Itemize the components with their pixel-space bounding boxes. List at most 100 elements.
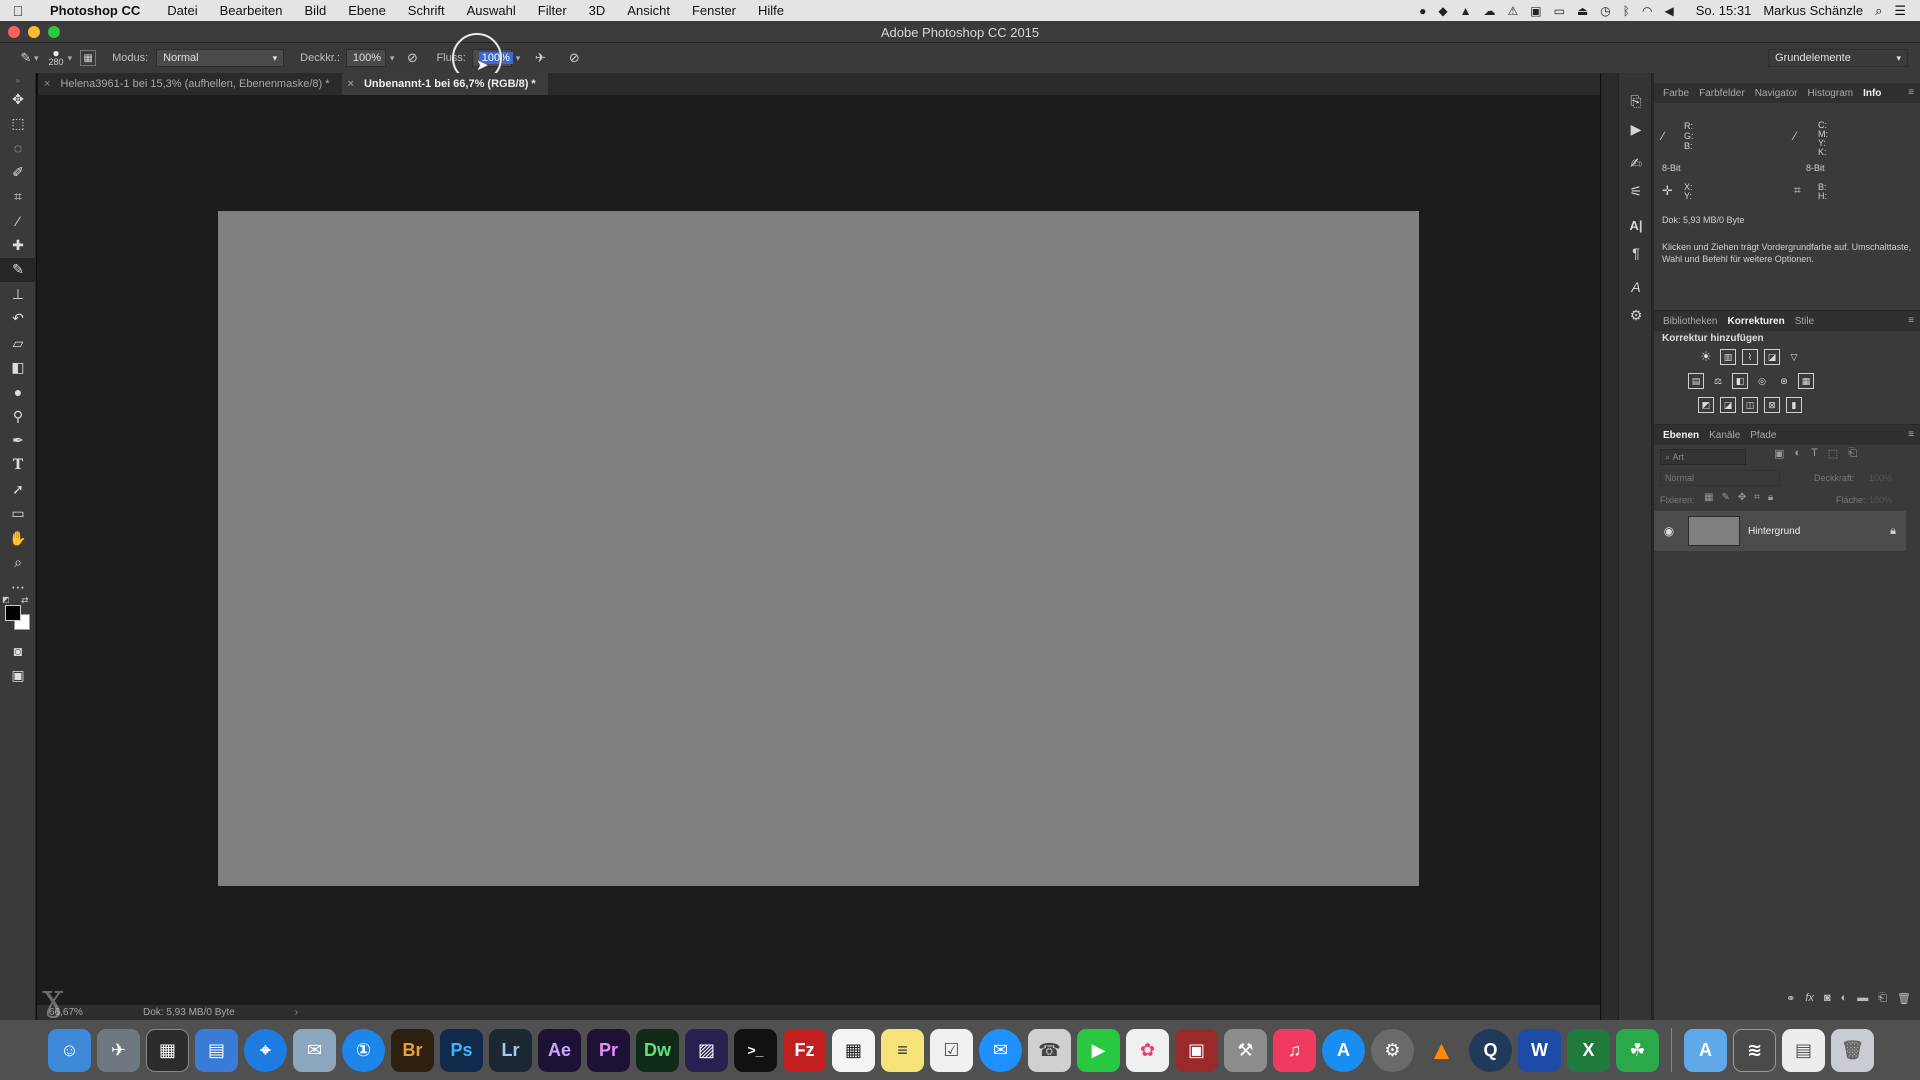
filter-pixel-icon[interactable]: ▣ <box>1774 447 1784 460</box>
zoom-tool-icon[interactable]: ⌕ <box>0 550 36 574</box>
app-store-icon[interactable]: A <box>1322 1028 1365 1072</box>
volume-icon[interactable]: ◀ <box>1664 4 1673 18</box>
airbrush-icon[interactable]: ✈ <box>530 48 550 68</box>
exposure-icon[interactable]: ◪ <box>1764 349 1780 365</box>
doc-size[interactable]: Dok: 5,93 MB/0 Byte <box>143 1007 235 1018</box>
brush-tool-icon[interactable]: ✎ <box>0 257 36 283</box>
blend-mode-select[interactable]: Normal <box>1660 470 1780 486</box>
opacity-slider-arrow-icon[interactable]: ▾ <box>390 53 395 64</box>
trash-icon[interactable]: 🗑︎ <box>1831 1028 1874 1072</box>
pressure-opacity-icon[interactable]: ⊘ <box>402 48 422 68</box>
bluetooth-icon[interactable]: ᛒ <box>1623 4 1630 18</box>
link-layers-icon[interactable]: ⚭ <box>1786 992 1795 1005</box>
quick-mask-icon[interactable]: ◙ <box>0 639 36 663</box>
after-effects-icon[interactable]: Ae <box>538 1028 581 1072</box>
apple-icon[interactable]:  <box>0 3 36 19</box>
move-tool-icon[interactable]: ✥ <box>0 87 36 111</box>
color-lookup-icon[interactable]: ▦ <box>1798 373 1814 389</box>
menubar-clock[interactable]: So. 15:31 <box>1696 3 1752 18</box>
fill-value[interactable]: 100% <box>1869 495 1892 505</box>
menu-bearbeiten[interactable]: Bearbeiten <box>209 3 294 18</box>
tab-pfade[interactable]: Pfade <box>1745 430 1781 441</box>
type-tool-icon[interactable]: T <box>0 453 36 477</box>
eyedropper-tool-icon[interactable]: ⁄ <box>0 209 36 233</box>
tab-farbfelder[interactable]: Farbfelder <box>1694 88 1750 99</box>
app-menu-photoshop[interactable]: Photoshop CC <box>36 3 156 18</box>
crop-tool-icon[interactable]: ⌗ <box>0 185 36 209</box>
quicktime-icon[interactable]: Q <box>1469 1028 1512 1072</box>
close-tab-icon[interactable]: × <box>348 78 354 90</box>
display-icon[interactable]: ▭ <box>1554 4 1565 18</box>
path-selection-tool-icon[interactable]: ➚ <box>0 477 36 501</box>
history-brush-tool-icon[interactable]: ↶ <box>0 307 36 331</box>
history-panel-icon[interactable]: ⎘ <box>1619 87 1653 115</box>
brightness-contrast-icon[interactable]: ☀ <box>1698 349 1714 365</box>
tab-korrekturen[interactable]: Korrekturen <box>1722 316 1789 327</box>
time-machine-icon[interactable]: ◷ <box>1600 4 1610 18</box>
canvas-area[interactable] <box>37 95 1600 1005</box>
rectangle-tool-icon[interactable]: ▭ <box>0 502 36 526</box>
brush-panel-toggle-icon[interactable]: ▦ <box>80 50 97 66</box>
messages-icon[interactable]: ✉ <box>979 1028 1022 1072</box>
menu-schrift[interactable]: Schrift <box>397 3 456 18</box>
close-tab-icon[interactable]: × <box>44 78 50 90</box>
preview-icon[interactable]: ✉ <box>293 1028 336 1072</box>
tab-histogram[interactable]: Histogram <box>1803 88 1859 99</box>
creative-cloud-icon[interactable]: ☁ <box>1483 4 1495 18</box>
screen-mode-icon[interactable]: ▣ <box>0 664 36 688</box>
blur-tool-icon[interactable]: ● <box>0 380 36 404</box>
menu-bild[interactable]: Bild <box>294 3 338 18</box>
paint-bucket-tool-icon[interactable]: ◧ <box>0 355 36 379</box>
excel-icon[interactable]: X <box>1567 1028 1610 1072</box>
layer-opacity-value[interactable]: 100% <box>1869 473 1892 483</box>
eraser-tool-icon[interactable]: ▱ <box>0 331 36 355</box>
glyphs-panel-icon[interactable]: A <box>1619 273 1653 301</box>
photo-booth-icon[interactable]: ▣ <box>1175 1028 1218 1072</box>
tab-stile[interactable]: Stile <box>1790 316 1819 327</box>
tab-kanaele[interactable]: Kanäle <box>1704 430 1745 441</box>
clone-stamp-tool-icon[interactable]: ⊥ <box>0 282 36 306</box>
collapse-tools-icon[interactable]: » <box>0 73 35 87</box>
tool-preset-picker[interactable]: ✎ ▾ <box>16 48 39 68</box>
filter-shape-icon[interactable]: ⬚ <box>1828 447 1838 460</box>
properties-panel-icon[interactable]: ⚙ <box>1619 301 1653 329</box>
menu-auswahl[interactable]: Auswahl <box>456 3 527 18</box>
layer-row-hintergrund[interactable]: ◉ Hintergrund 🔒︎ <box>1654 511 1906 551</box>
hand-tool-icon[interactable]: ✋ <box>0 526 36 550</box>
lightroom-icon[interactable]: Lr <box>489 1028 532 1072</box>
invert-icon[interactable]: ◩ <box>1698 397 1714 413</box>
hue-saturation-icon[interactable]: ▤ <box>1688 373 1704 389</box>
notes-icon[interactable]: ≡ <box>881 1028 924 1072</box>
lock-transparency-icon[interactable]: ▦ <box>1704 492 1713 503</box>
wifi-icon[interactable]: ◠ <box>1642 4 1652 18</box>
vibrance-icon[interactable]: ▽ <box>1786 349 1802 365</box>
menu-ansicht[interactable]: Ansicht <box>616 3 681 18</box>
paragraph-panel-icon[interactable]: ¶ <box>1619 239 1653 267</box>
dodge-tool-icon[interactable]: ⚲ <box>0 404 36 428</box>
tab-ebenen[interactable]: Ebenen <box>1658 430 1704 441</box>
photoshop-icon[interactable]: Ps <box>440 1028 483 1072</box>
brush-preset-picker[interactable]: ● 280 <box>49 47 64 67</box>
safari-icon[interactable]: ⌖ <box>244 1028 287 1072</box>
contacts-icon[interactable]: ☎ <box>1028 1028 1071 1072</box>
system-preferences-icon[interactable]: ⚙ <box>1371 1028 1414 1072</box>
channel-mixer-icon[interactable]: ⊛ <box>1776 373 1792 389</box>
actions-panel-icon[interactable]: ▶ <box>1619 115 1653 143</box>
tab-bibliotheken[interactable]: Bibliotheken <box>1658 316 1722 327</box>
media-encoder-icon[interactable]: ▨ <box>685 1028 728 1072</box>
premiere-icon[interactable]: Pr <box>587 1028 630 1072</box>
default-colors-icon[interactable]: ◩ <box>2 595 10 604</box>
menu-filter[interactable]: Filter <box>527 3 578 18</box>
lasso-tool-icon[interactable]: ◌ <box>0 136 36 160</box>
menu-fenster[interactable]: Fenster <box>681 3 747 18</box>
notification-center-icon[interactable]: ☰ <box>1894 3 1906 19</box>
eye-icon[interactable]: ◉ <box>1658 524 1680 538</box>
menubar-user[interactable]: Markus Schänzle <box>1763 3 1863 18</box>
bridge-icon[interactable]: Br <box>391 1028 434 1072</box>
photos-icon[interactable]: ✿ <box>1126 1028 1169 1072</box>
layer-name[interactable]: Hintergrund <box>1748 526 1890 537</box>
alert-icon[interactable]: ⚠ <box>1507 4 1518 18</box>
airplay-icon[interactable]: ⏏ <box>1577 4 1588 18</box>
add-mask-icon[interactable]: ◙ <box>1824 992 1831 1004</box>
filezilla-icon[interactable]: Fz <box>783 1028 826 1072</box>
